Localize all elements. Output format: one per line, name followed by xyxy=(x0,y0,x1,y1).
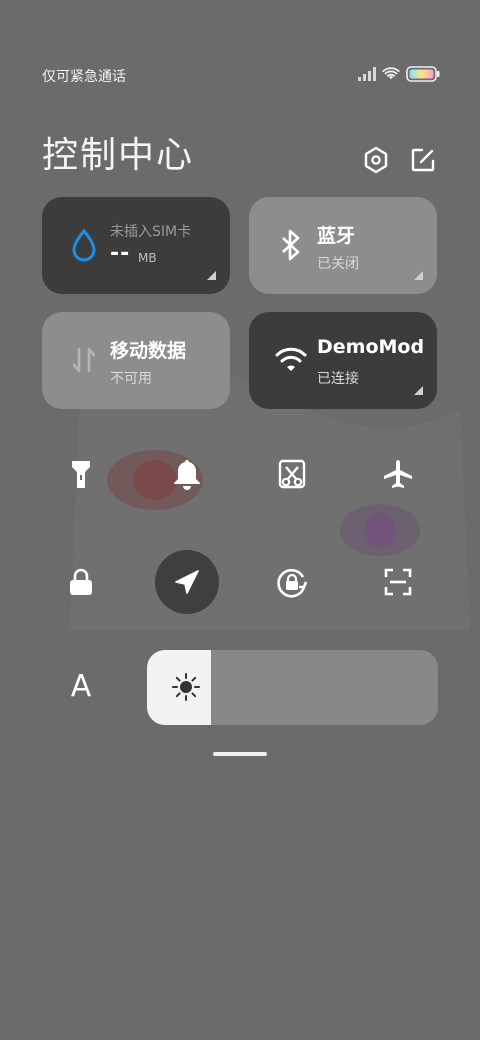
expand-corner-icon xyxy=(414,386,423,395)
brightness-slider[interactable] xyxy=(147,650,438,725)
ringer-button[interactable] xyxy=(155,442,219,506)
airplane-icon xyxy=(384,460,412,488)
battery-icon xyxy=(406,66,440,82)
settings-button[interactable] xyxy=(360,144,392,176)
airplane-mode-button[interactable] xyxy=(366,442,430,506)
wifi-tile[interactable]: DemoMode 已连接 xyxy=(249,312,437,409)
status-icons xyxy=(358,64,440,84)
mobile-data-tile[interactable]: 移动数据 不可用 xyxy=(42,312,230,409)
page-title: 控制中心 xyxy=(42,135,195,176)
mobile-data-state: 不可用 xyxy=(110,371,152,387)
data-usage-tile[interactable]: 未插入SIM卡 -- MB xyxy=(42,197,230,294)
location-button[interactable] xyxy=(155,550,219,614)
sim-status-text: 未插入SIM卡 xyxy=(110,224,192,240)
mobile-data-label: 移动数据 xyxy=(110,340,187,362)
water-drop-icon xyxy=(66,227,102,263)
expand-corner-icon xyxy=(207,271,216,280)
bluetooth-icon xyxy=(273,227,309,263)
rotation-lock-button[interactable] xyxy=(260,550,324,614)
settings-icon xyxy=(364,146,388,174)
rotation-lock-icon xyxy=(277,568,308,598)
edit-button[interactable] xyxy=(407,144,439,176)
wifi-state: 已连接 xyxy=(317,371,359,387)
lock-icon xyxy=(70,568,92,595)
scan-icon xyxy=(384,568,412,596)
data-usage-value: -- xyxy=(110,241,131,266)
lock-screen-button[interactable] xyxy=(49,550,113,614)
bluetooth-tile[interactable]: 蓝牙 已关闭 xyxy=(249,197,437,294)
scanner-button[interactable] xyxy=(366,550,430,614)
font-size-button[interactable]: A xyxy=(60,665,102,707)
signal-icon xyxy=(358,67,376,81)
wifi-status-icon xyxy=(382,67,400,80)
wifi-icon xyxy=(273,342,309,378)
mobile-data-icon xyxy=(66,342,102,378)
wifi-network-name: DemoMode xyxy=(317,336,423,358)
scissors-icon xyxy=(278,459,306,489)
drag-handle[interactable] xyxy=(213,752,267,756)
expand-corner-icon xyxy=(414,271,423,280)
flashlight-button[interactable] xyxy=(49,442,113,506)
carrier-text: 仅可紧急通话 xyxy=(42,69,126,85)
bell-icon xyxy=(174,460,200,490)
flashlight-icon xyxy=(72,461,90,488)
data-usage-unit: MB xyxy=(138,251,157,265)
screenshot-button[interactable] xyxy=(260,442,324,506)
location-arrow-icon xyxy=(175,570,199,594)
bluetooth-label: 蓝牙 xyxy=(317,225,356,247)
sun-icon xyxy=(172,673,200,701)
edit-icon xyxy=(411,148,435,172)
bluetooth-state: 已关闭 xyxy=(317,256,359,272)
